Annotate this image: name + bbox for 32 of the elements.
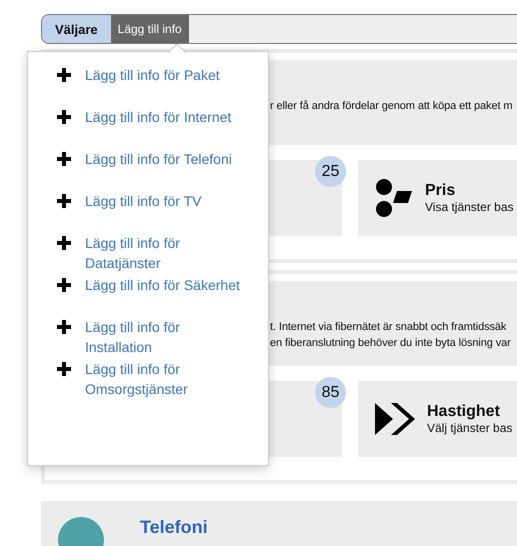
filter-title: Hastighet [427, 403, 501, 421]
count-badge: 85 [315, 377, 346, 408]
filter-title: Pris [425, 182, 456, 200]
add-info-menu-button[interactable]: Lägg till info [110, 15, 189, 43]
count-badge: 25 [315, 156, 346, 187]
plus-icon [57, 68, 71, 82]
filter-card[interactable]: Hastighet Välj tjänster bas [358, 381, 517, 457]
fast-forward-icon [375, 402, 415, 436]
plus-icon [57, 362, 71, 376]
menu-item-link[interactable]: Lägg till info för Omsorgstjänster [85, 359, 245, 399]
plus-icon [57, 320, 71, 334]
menu-item-link[interactable]: Lägg till info för Säkerhet [85, 275, 240, 295]
shapes-icon [375, 178, 413, 218]
section-description: en fiberanslutning behöver du inte byta lösning var [270, 336, 512, 351]
filter-subtitle: Visa tjänster bas [425, 200, 514, 214]
filter-card[interactable]: Pris Visa tjänster bas [358, 160, 517, 236]
plus-icon [57, 194, 71, 208]
menu-item-link[interactable]: Lägg till info för Internet [85, 107, 232, 127]
section-description: r eller få andra fördelar genom att köpa ett paket m [270, 99, 514, 114]
plus-icon [57, 110, 71, 124]
menu-item-link[interactable]: Lägg till info för TV [85, 191, 202, 211]
section-description: t. Internet via fibernätet är snabbt och framtidssäk [270, 320, 508, 335]
menu-item-link[interactable]: Lägg till info för Installation [85, 317, 245, 357]
plus-icon [57, 152, 71, 166]
section-title[interactable]: Telefoni [140, 517, 208, 546]
plus-icon [57, 278, 71, 292]
menu-item-link[interactable]: Lägg till info för Paket [85, 65, 220, 85]
filter-subtitle: Välj tjänster bas [427, 421, 512, 435]
menu-item-link[interactable]: Lägg till info för Telefoni [85, 149, 232, 169]
plus-icon [57, 236, 71, 250]
menu-item-link[interactable]: Lägg till info för Datatjänster [85, 233, 245, 273]
toolbar-title: Väljare [42, 15, 111, 43]
